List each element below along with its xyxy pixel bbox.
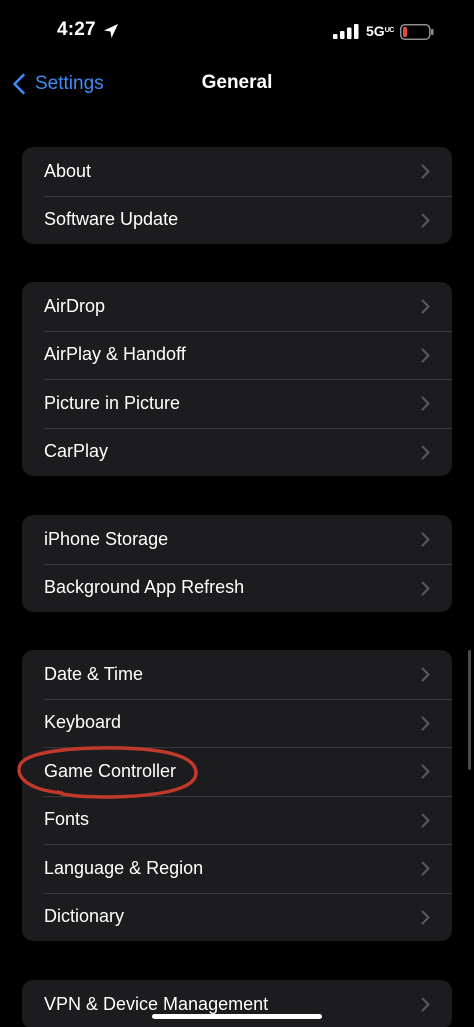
chevron-right-icon [421,532,430,547]
settings-group-connectivity: AirDrop AirPlay & Handoff Picture in Pic… [22,282,452,476]
network-superscript: UC [384,27,395,34]
row-label: Dictionary [44,906,125,927]
chevron-right-icon [421,764,430,779]
chevron-right-icon [421,213,430,227]
row-label: About [44,160,92,181]
settings-row-date-time[interactable]: Date & Time [22,650,452,699]
row-label: VPN & Device Management [44,993,269,1014]
status-bar: 4:27 5GUC [0,0,474,62]
status-time: 4:27 [57,19,96,40]
settings-group-vpn: VPN & Device Management [22,980,452,1027]
scroll-indicator[interactable] [468,650,471,770]
row-label: Fonts [44,809,90,830]
row-label: AirPlay & Handoff [44,344,186,365]
settings-row-fonts[interactable]: Fonts [22,795,452,845]
network-type-label: 5GUC [366,23,394,39]
cellular-signal-icon [333,24,359,39]
chevron-right-icon [421,445,430,459]
navigation-bar: Settings General [0,62,474,106]
settings-general-screen: 4:27 5GUC Settings General About Softwar… [0,0,474,1027]
row-label: Language & Region [44,857,204,878]
settings-row-airplay-handoff[interactable]: AirPlay & Handoff [22,330,452,380]
row-label: Background App Refresh [44,577,245,598]
battery-low-icon [400,24,434,40]
row-label: Picture in Picture [44,392,181,413]
row-label: Date & Time [44,663,144,684]
settings-row-dictionary[interactable]: Dictionary [22,892,452,942]
settings-row-iphone-storage[interactable]: iPhone Storage [22,515,452,564]
chevron-right-icon [421,581,430,595]
settings-group-locale: Date & Time Keyboard Game Controller Fon… [22,650,452,941]
settings-row-keyboard[interactable]: Keyboard [22,698,452,748]
settings-row-carplay[interactable]: CarPlay [22,427,452,477]
settings-row-language-region[interactable]: Language & Region [22,844,452,893]
network-type-text: 5G [366,23,385,39]
chevron-right-icon [421,861,430,876]
chevron-right-icon [421,813,430,827]
row-label: AirDrop [44,295,106,316]
settings-row-game-controller[interactable]: Game Controller [22,747,452,796]
chevron-right-icon [421,164,430,179]
page-title: General [201,72,273,93]
settings-row-vpn-device-management[interactable]: VPN & Device Management [22,980,452,1027]
location-arrow-icon [104,24,118,38]
settings-row-about[interactable]: About [22,147,452,196]
row-label: CarPlay [44,441,109,462]
row-label: Game Controller [44,760,177,781]
row-label: iPhone Storage [44,528,169,549]
settings-group-about: About Software Update [22,147,452,244]
chevron-right-icon [421,299,430,314]
settings-row-airdrop[interactable]: AirDrop [22,282,452,331]
settings-row-software-update[interactable]: Software Update [22,195,452,245]
row-label: Keyboard [44,712,122,733]
chevron-right-icon [421,910,430,924]
chevron-right-icon [421,997,430,1012]
settings-group-storage: iPhone Storage Background App Refresh [22,515,452,612]
settings-row-picture-in-picture[interactable]: Picture in Picture [22,379,452,428]
settings-row-background-app-refresh[interactable]: Background App Refresh [22,563,452,613]
row-label: Software Update [44,209,179,230]
chevron-right-icon [421,396,430,411]
chevron-right-icon [421,716,430,730]
chevron-right-icon [421,348,430,362]
home-indicator[interactable] [152,1014,322,1019]
chevron-right-icon [421,667,430,682]
